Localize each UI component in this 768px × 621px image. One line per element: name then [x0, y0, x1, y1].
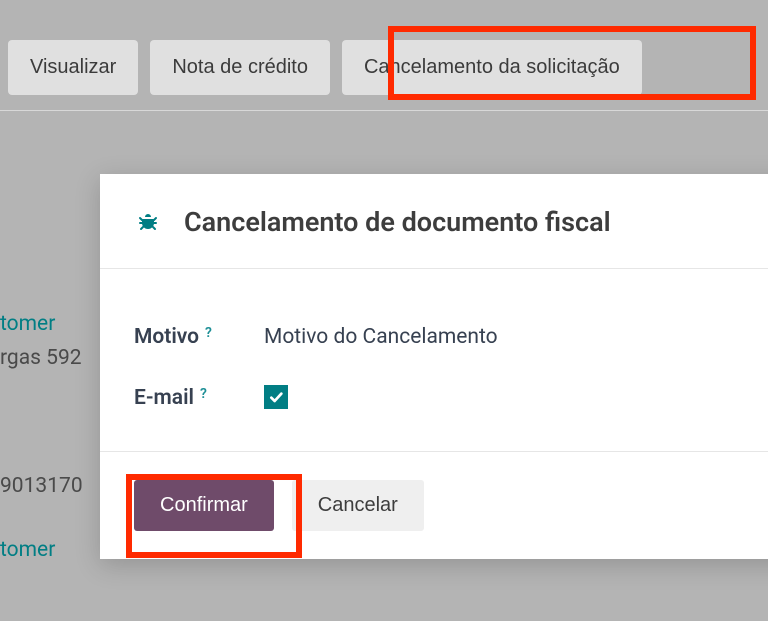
- email-checkbox[interactable]: [264, 385, 288, 409]
- email-value-cell: [264, 385, 766, 411]
- reason-label: Motivo ?: [134, 325, 264, 349]
- credit-note-button[interactable]: Nota de crédito: [150, 40, 330, 95]
- bg-customer-line1: tomer: [0, 312, 55, 336]
- action-toolbar: Visualizar Nota de crédito Cancelamento …: [0, 40, 768, 95]
- bg-number-fragment: 9013170: [0, 474, 83, 498]
- reason-row: Motivo ? Motivo do Cancelamento: [134, 325, 766, 349]
- reason-label-text: Motivo: [134, 325, 199, 349]
- email-label-text: E-mail: [134, 386, 194, 410]
- email-label: E-mail ?: [134, 386, 264, 410]
- modal-footer: Confirmar Cancelar: [100, 451, 768, 559]
- help-icon[interactable]: ?: [200, 386, 207, 402]
- email-row: E-mail ?: [134, 385, 766, 411]
- modal-body: Motivo ? Motivo do Cancelamento E-mail ?: [100, 269, 768, 451]
- toolbar-separator: [0, 110, 768, 111]
- bg-address-fragment: rgas 592: [0, 346, 82, 370]
- cancel-button[interactable]: Cancelar: [292, 480, 424, 531]
- cancel-request-button[interactable]: Cancelamento da solicitação: [342, 40, 642, 95]
- modal-title: Cancelamento de documento fiscal: [184, 206, 611, 238]
- cancel-document-modal: Cancelamento de documento fiscal Motivo …: [100, 174, 768, 559]
- confirm-button[interactable]: Confirmar: [134, 480, 274, 531]
- bg-customer-line2: tomer: [0, 538, 55, 562]
- modal-header: Cancelamento de documento fiscal: [100, 174, 768, 269]
- reason-input[interactable]: Motivo do Cancelamento: [264, 325, 766, 349]
- bug-icon: [134, 208, 162, 236]
- help-icon[interactable]: ?: [205, 325, 212, 341]
- view-button[interactable]: Visualizar: [8, 40, 138, 95]
